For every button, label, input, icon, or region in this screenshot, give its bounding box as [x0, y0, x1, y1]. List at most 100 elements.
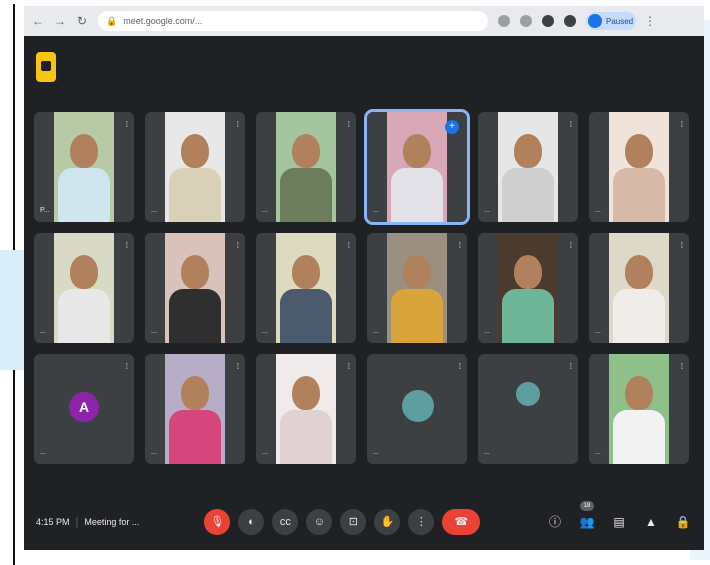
avatar	[402, 390, 434, 422]
meeting-title: Meeting for ...	[84, 517, 140, 527]
participant-name: ...	[484, 449, 490, 456]
mic-muted-icon: ⁞	[569, 362, 572, 371]
participant-name: ...	[484, 207, 490, 214]
participant-head	[514, 134, 542, 168]
info-button[interactable]: ⓘ	[544, 511, 566, 533]
mic-muted-icon: ⁞	[569, 120, 572, 129]
participant-name: ...	[151, 328, 157, 335]
reload-icon[interactable]: ↻	[74, 13, 90, 29]
participant-head	[70, 134, 98, 168]
lock-icon: 🔒	[106, 15, 118, 26]
participant-head	[181, 376, 209, 410]
meeting-controls-bar: 4:15 PM | Meeting for ... 🎙 ◐ cc ☺ ⊡ ✋ ⋮…	[24, 494, 704, 550]
participant-head	[403, 255, 431, 289]
avatar: A	[69, 392, 99, 422]
mic-muted-icon: ⁞	[347, 241, 350, 250]
bookmark-star-icon[interactable]	[520, 15, 532, 27]
participant-name: ...	[151, 449, 157, 456]
participant-name: ...	[262, 328, 268, 335]
mic-muted-icon: ⁞	[680, 241, 683, 250]
participant-tile[interactable]: ⁞...	[478, 112, 578, 222]
browser-toolbar: ← → ↻ 🔒 meet.google.com/... Paused ⋮	[24, 6, 704, 36]
chat-button[interactable]: ▤	[608, 511, 630, 533]
mic-muted-icon: ⁞	[125, 241, 128, 250]
participant-tile[interactable]: A ⁞...	[34, 354, 134, 464]
participant-name: ...	[262, 207, 268, 214]
participant-name: ...	[151, 207, 157, 214]
participant-name: ...	[373, 328, 379, 335]
more-menu-icon[interactable]: ⋮	[642, 13, 658, 29]
address-bar[interactable]: 🔒 meet.google.com/...	[98, 11, 488, 31]
mic-muted-icon: ⁞	[458, 241, 461, 250]
host-controls-button[interactable]: 🔒	[672, 511, 694, 533]
participant-tile[interactable]: ⁞...	[367, 354, 467, 464]
pin-icon[interactable]: +	[445, 120, 459, 134]
mic-muted-icon: ⁞	[347, 362, 350, 371]
divider: |	[75, 516, 79, 528]
people-button[interactable]: 18 👥	[576, 501, 598, 533]
mic-muted-icon: ⁞	[125, 120, 128, 129]
participant-head	[292, 134, 320, 168]
participant-tile[interactable]: ⁞...	[478, 233, 578, 343]
participant-head	[625, 134, 653, 168]
avatar	[516, 382, 540, 406]
participant-tile[interactable]: ⁞...	[34, 233, 134, 343]
more-options-button[interactable]: ⋮	[408, 509, 435, 535]
participant-head	[403, 134, 431, 168]
present-button[interactable]: ⊡	[340, 509, 367, 535]
participant-tile[interactable]: ⁞...	[367, 233, 467, 343]
share-icon[interactable]	[498, 15, 510, 27]
mic-muted-icon: ⁞	[236, 120, 239, 129]
extensions-puzzle-icon[interactable]	[564, 15, 576, 27]
participant-name: ...	[595, 449, 601, 456]
participant-tile[interactable]: ⁞...	[589, 354, 689, 464]
participant-tile[interactable]: ⁞...	[589, 233, 689, 343]
mic-muted-icon: ⁞	[680, 120, 683, 129]
participant-name: ...	[373, 449, 379, 456]
participant-tile[interactable]: ⁞...	[478, 354, 578, 464]
captions-button[interactable]: cc	[272, 509, 299, 535]
browser-window: ← → ↻ 🔒 meet.google.com/... Paused ⋮ ⁞ P.…	[24, 6, 704, 550]
camera-button[interactable]: ◐	[238, 509, 265, 535]
participant-name: ...	[40, 449, 46, 456]
participant-tile[interactable]: ⁞...	[145, 112, 245, 222]
leave-call-button[interactable]: ☎	[442, 509, 481, 535]
participant-head	[181, 134, 209, 168]
meeting-time: 4:15 PM	[36, 517, 70, 527]
participant-tile[interactable]: ⁞...	[589, 112, 689, 222]
avatar	[588, 14, 602, 28]
activities-button[interactable]: ▲	[640, 511, 662, 533]
participant-name: P...	[40, 207, 50, 214]
participant-name: ...	[484, 328, 490, 335]
back-arrow-icon[interactable]: ←	[30, 13, 46, 29]
participant-head	[292, 255, 320, 289]
participant-head	[625, 376, 653, 410]
participant-tile[interactable]: +...	[364, 109, 470, 225]
profile-button[interactable]: Paused	[586, 12, 636, 30]
mic-muted-icon: ⁞	[458, 362, 461, 371]
participant-tile[interactable]: ⁞...	[256, 354, 356, 464]
participant-count-badge: 18	[580, 501, 594, 511]
participant-head	[514, 255, 542, 289]
mic-muted-icon: ⁞	[680, 362, 683, 371]
participant-tile[interactable]: ⁞...	[256, 112, 356, 222]
participant-tile[interactable]: ⁞ P...	[34, 112, 134, 222]
meet-logo	[36, 52, 56, 82]
extension-icon[interactable]	[542, 15, 554, 27]
forward-arrow-icon[interactable]: →	[52, 13, 68, 29]
participant-name: ...	[40, 328, 46, 335]
mic-muted-icon: ⁞	[236, 362, 239, 371]
participant-tile[interactable]: ⁞...	[145, 233, 245, 343]
raise-hand-button[interactable]: ✋	[374, 509, 401, 535]
participant-name: ...	[373, 207, 379, 214]
mic-muted-icon: ⁞	[347, 120, 350, 129]
mic-off-button[interactable]: 🎙	[204, 509, 231, 535]
participant-head	[292, 376, 320, 410]
emoji-button[interactable]: ☺	[306, 509, 333, 535]
participant-tile[interactable]: ⁞...	[145, 354, 245, 464]
participant-tile[interactable]: ⁞...	[256, 233, 356, 343]
participant-name: ...	[262, 449, 268, 456]
mic-muted-icon: ⁞	[125, 362, 128, 371]
participant-name: ...	[595, 328, 601, 335]
participant-head	[181, 255, 209, 289]
